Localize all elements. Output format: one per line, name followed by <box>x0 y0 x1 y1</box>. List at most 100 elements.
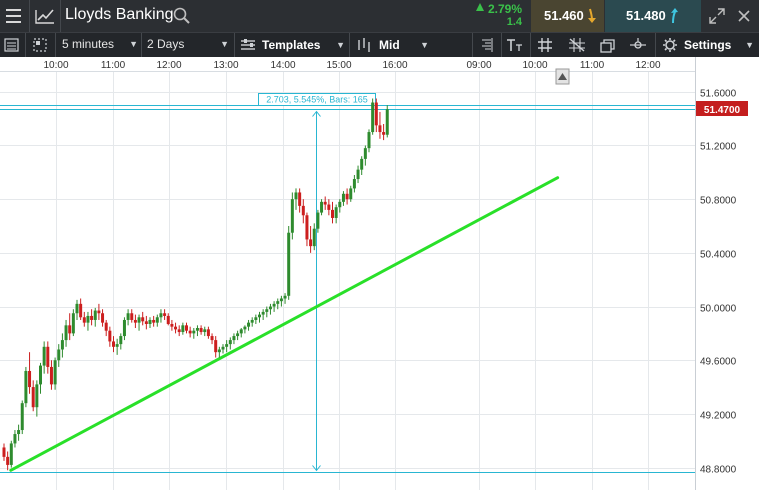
candle <box>378 111 382 139</box>
grid-toggle-button[interactable] <box>535 35 555 55</box>
candle <box>327 199 331 216</box>
candle-body <box>341 193 345 202</box>
candle <box>352 175 356 193</box>
candle <box>174 322 178 334</box>
candle <box>104 319 108 337</box>
candle-body <box>17 430 21 435</box>
candle <box>122 317 126 341</box>
candle-body <box>177 329 181 333</box>
price-tick-label: 49.2000 <box>700 411 737 422</box>
menu-button[interactable] <box>0 0 28 32</box>
candle <box>130 309 134 323</box>
candle <box>144 315 148 330</box>
candle <box>331 201 334 224</box>
candle <box>148 317 152 329</box>
candle <box>305 212 309 247</box>
candle-body <box>236 333 240 337</box>
candle <box>341 191 345 206</box>
search-icon <box>173 7 190 24</box>
candle-body <box>170 323 174 327</box>
candle <box>177 325 181 337</box>
candle <box>232 333 236 345</box>
measurement-tool[interactable]: 2.703, 5.545%, Bars: 165 <box>0 93 695 473</box>
indicators-list-button[interactable] <box>2 35 22 55</box>
candle <box>217 346 221 358</box>
candle-body <box>360 158 364 170</box>
interval-dropdown[interactable]: 5 minutes ▼ <box>62 37 138 51</box>
text-tool-button[interactable] <box>504 35 526 55</box>
candle <box>192 328 196 339</box>
candle-body <box>250 319 254 323</box>
trendline[interactable] <box>9 176 560 472</box>
candle-body <box>174 326 178 330</box>
candle-body <box>6 456 10 465</box>
drawing-tool-icon <box>630 38 646 49</box>
candle-body <box>166 315 170 324</box>
current-price-label: 51.4700 <box>704 105 741 116</box>
sell-button[interactable]: 51.460 <box>531 0 604 32</box>
candle <box>323 196 327 210</box>
candle-body <box>148 319 152 324</box>
candle-body <box>228 340 232 345</box>
price-tick-label: 50.4000 <box>700 250 737 261</box>
candle <box>356 165 360 184</box>
candle <box>185 322 188 334</box>
hamburger-menu-icon <box>6 9 21 23</box>
scroll-to-latest-button[interactable] <box>555 68 570 85</box>
candle-body <box>327 204 331 210</box>
change-absolute: 1.4 <box>506 16 522 28</box>
candle <box>17 424 21 441</box>
range-dropdown[interactable]: 2 Days ▼ <box>147 37 229 51</box>
candle <box>86 311 90 331</box>
candle <box>210 333 214 345</box>
crosshair-box-button[interactable] <box>30 35 50 55</box>
price-chart[interactable]: 10:00 11:00 12:00 13:00 14:00 15:00 16:00 09:00… <box>0 57 759 490</box>
candle <box>141 311 145 326</box>
candle <box>6 451 10 471</box>
candle <box>279 295 283 307</box>
candle <box>101 309 105 327</box>
instrument-search-button[interactable] <box>172 6 192 26</box>
crosshair-magnet-button[interactable] <box>566 35 588 55</box>
candle-body <box>122 319 126 337</box>
chevron-down-icon: ▼ <box>129 39 138 49</box>
candle-body <box>101 313 105 323</box>
candle-body <box>225 344 229 347</box>
close-icon <box>738 10 750 22</box>
candle <box>20 400 24 435</box>
instrument-title[interactable]: Lloyds Banking <box>65 6 174 24</box>
price-tick-label: 49.6000 <box>700 357 737 368</box>
candle <box>2 443 6 461</box>
settings-dropdown[interactable]: Settings ▼ <box>661 37 754 53</box>
candle-body <box>49 366 53 385</box>
candle-body <box>268 306 272 310</box>
candle-body <box>363 148 367 159</box>
close-button[interactable] <box>734 6 754 26</box>
drawing-tools-button[interactable] <box>627 35 649 55</box>
buy-button[interactable]: 51.480 <box>605 0 701 32</box>
candle-body <box>356 169 360 180</box>
price-axis: 51.6000 51.2000 50.8000 50.4000 50.0000 49.60… <box>695 57 737 490</box>
expand-button[interactable] <box>707 6 727 26</box>
compare-button[interactable] <box>598 35 618 55</box>
candle <box>119 333 123 350</box>
candle <box>46 341 50 374</box>
chart-type-button[interactable] <box>31 0 59 32</box>
candle-body <box>13 434 17 444</box>
candle-body <box>203 329 207 333</box>
crosshair-icon <box>569 38 585 52</box>
candle-body <box>130 313 134 320</box>
trendline-layer[interactable] <box>9 176 560 472</box>
candle-body <box>126 313 130 320</box>
price-tick-label: 51.6000 <box>700 89 737 100</box>
candle <box>115 338 119 355</box>
candle-body <box>90 315 94 320</box>
templates-dropdown[interactable]: Templates ▼ <box>239 37 345 53</box>
candle <box>371 98 375 135</box>
candle-body <box>371 102 375 133</box>
candle <box>239 328 243 338</box>
price-type-dropdown[interactable]: Mid ▼ <box>355 37 429 53</box>
candle <box>31 380 35 412</box>
order-book-button[interactable] <box>476 35 496 55</box>
candle <box>195 325 199 337</box>
